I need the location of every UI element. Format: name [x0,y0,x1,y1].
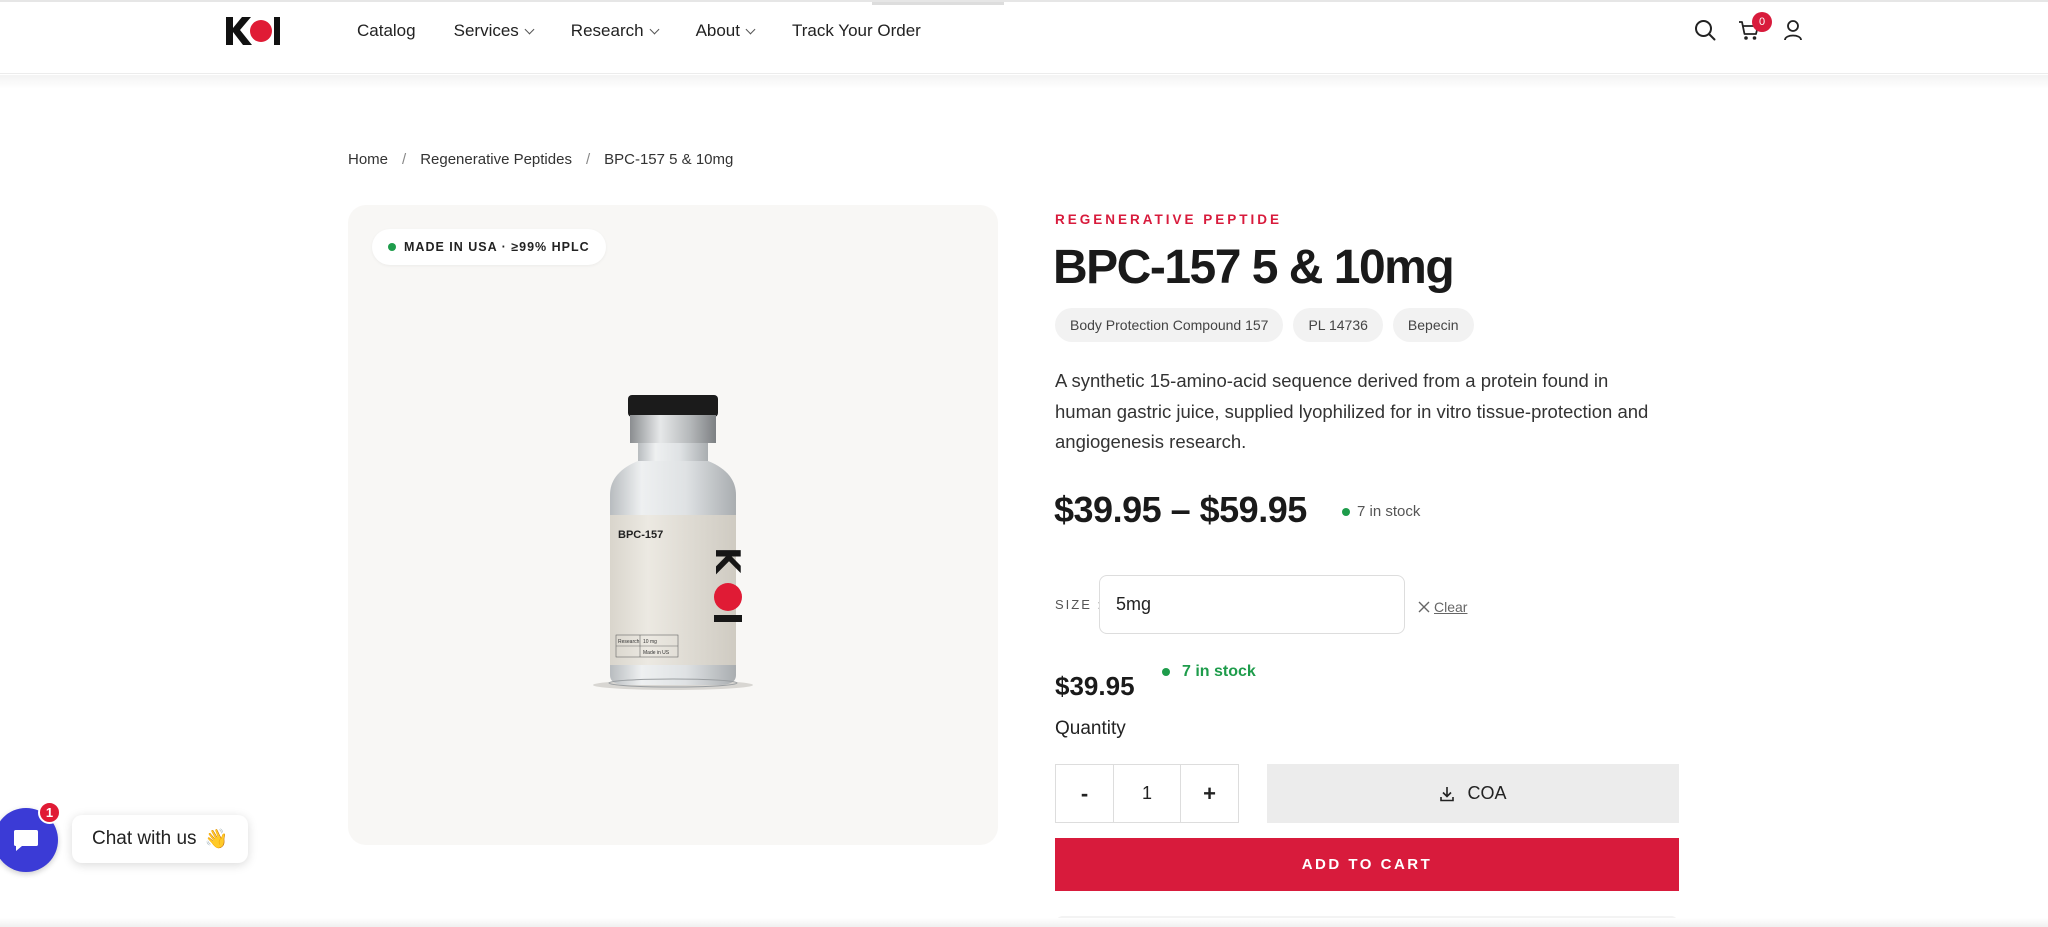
stock-summary: 7 in stock [1342,503,1420,520]
size-select[interactable]: 5mg [1099,575,1405,634]
breadcrumb: Home / Regenerative Peptides / BPC-157 5… [348,151,733,168]
site-logo[interactable] [224,14,280,48]
coa-label: COA [1467,783,1507,803]
breadcrumb-separator: / [585,151,591,168]
origin-badge-text: MADE IN USA · ≥99% HPLC [404,240,590,254]
product-image-panel[interactable]: MADE IN USA · ≥99% HPLC BPC-157 Research… [348,205,998,845]
product-category-eyebrow: REGENERATIVE PEPTIDE [1055,212,1283,227]
origin-badge: MADE IN USA · ≥99% HPLC [372,229,606,265]
nav-label: Catalog [357,21,416,40]
quantity-input[interactable]: 1 [1113,765,1181,822]
size-label: SIZE : [1055,597,1104,612]
nav-label: About [695,21,740,40]
scroll-indicator [872,2,1004,5]
nav-label: Services [453,21,519,40]
breadcrumb-home[interactable]: Home [348,151,388,168]
chevron-down-icon [745,24,756,34]
cart-icon[interactable]: 0 [1738,12,1772,42]
product-vial-image: BPC-157 Research 10 mg Made in US K [593,395,753,690]
nav-catalog[interactable]: Catalog [357,20,416,42]
nav-about[interactable]: About [695,20,756,42]
clear-label: Clear [1434,599,1468,615]
chat-prompt[interactable]: Chat with us 👋 [72,815,249,863]
selected-stock-text: 7 in stock [1182,663,1256,680]
product-description: A synthetic 15-amino-acid sequence deriv… [1055,370,1649,452]
status-dot-icon [1342,507,1350,516]
breadcrumb-current: BPC-157 5 & 10mg [604,151,734,168]
nav-label: Research [570,21,644,40]
close-icon [1418,601,1430,613]
download-icon [1440,786,1455,801]
selected-stock: 7 in stock [1162,663,1256,681]
nav-track-order[interactable]: Track Your Order [792,20,921,42]
selected-price: $39.95 [1055,671,1135,701]
chevron-down-icon [649,24,660,34]
svg-text:Made in US: Made in US [643,650,670,656]
stock-summary-text: 7 in stock [1357,503,1421,520]
chat-prompt-text: Chat with us [92,828,197,849]
add-to-cart-button[interactable]: ADD TO CART [1055,838,1679,891]
svg-text:K: K [707,547,747,575]
breadcrumb-separator: / [402,151,407,168]
product-title: BPC-157 5 & 10mg [1053,241,1455,294]
header-shadow [0,75,2048,89]
coa-download-button[interactable]: COA [1267,764,1679,823]
search-icon[interactable] [1694,18,1716,42]
status-dot-icon [1162,668,1170,676]
svg-text:10 mg: 10 mg [643,639,657,645]
main-nav: Catalog Services Research About Track Yo… [357,20,921,42]
svg-text:Research: Research [618,639,640,645]
koi-logo-icon [226,17,280,45]
nav-services[interactable]: Services [453,20,535,42]
quantity-label: Quantity [1055,718,1126,739]
page-fold [0,918,2048,927]
header-actions: 0 [1694,12,1804,42]
user-icon[interactable] [1782,18,1804,42]
nav-label: Track Your Order [792,21,921,40]
alias-chip: PL 14736 [1293,308,1383,342]
site-header: Catalog Services Research About Track Yo… [0,0,2048,74]
alias-chip: Bepecin [1392,308,1474,342]
nav-research[interactable]: Research [570,20,660,42]
clear-selection-button[interactable]: Clear [1418,599,1467,615]
alias-chips: Body Protection Compound 157 PL 14736 Be… [1055,308,1474,342]
alias-chip: Body Protection Compound 157 [1055,308,1284,342]
size-value: 5mg [1116,594,1152,614]
chat-notification-badge: 1 [38,801,61,824]
price-range: $39.95 – $59.95 [1054,489,1307,530]
quantity-stepper: - 1 + [1055,764,1239,823]
waving-hand-icon: 👋 [204,829,229,850]
status-dot-icon [388,243,396,251]
cart-count-badge: 0 [1752,12,1772,32]
increment-button[interactable]: + [1181,765,1238,822]
vial-label-text: BPC-157 [618,529,663,541]
breadcrumb-category[interactable]: Regenerative Peptides [420,151,572,168]
chevron-down-icon [524,24,535,34]
decrement-button[interactable]: - [1056,765,1113,822]
chat-icon [14,830,38,851]
